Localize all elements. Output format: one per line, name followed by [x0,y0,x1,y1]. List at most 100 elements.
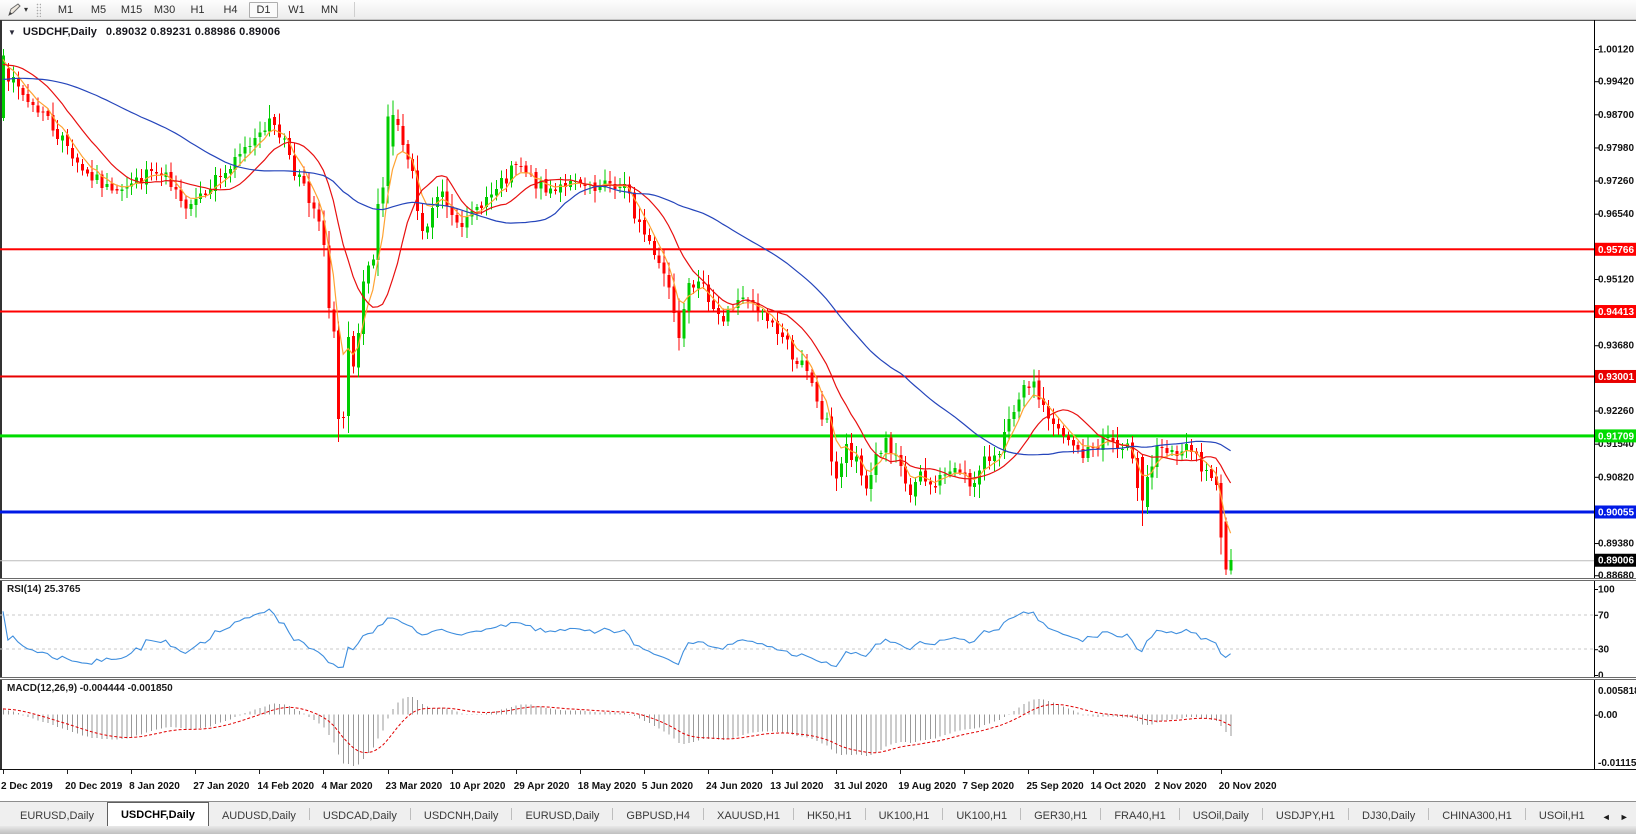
time-tick [452,770,453,774]
time-tick [836,770,837,774]
chart-tab-dj30-daily[interactable]: DJ30,Daily [1349,806,1428,826]
svg-text:0.90055: 0.90055 [1598,507,1634,518]
time-axis-label: 13 Jul 2020 [770,781,823,792]
time-tick [580,770,581,774]
timeframe-button-m15[interactable]: M15 [117,2,146,18]
time-tick [964,770,965,774]
time-tick [259,770,260,774]
tabs-scroll-left-icon[interactable]: ◄ [1602,812,1611,822]
macd-tick-label: 0.005818 [1598,686,1636,697]
time-axis-label: 18 May 2020 [578,781,636,792]
price-tick-label: 0.97980 [1598,143,1634,154]
time-axis-label: 20 Nov 2020 [1219,781,1277,792]
chart-tab-uk100-h1[interactable]: UK100,H1 [866,806,943,826]
horizontal-level-line[interactable] [0,248,1594,250]
price-tick-label: 0.98700 [1598,110,1634,121]
chart-symbol-label: USDCHF,Daily [23,26,97,38]
timeframe-button-h1[interactable]: H1 [183,2,212,18]
time-axis-label: 4 Mar 2020 [321,781,372,792]
svg-text:0.89006: 0.89006 [1598,556,1634,567]
time-axis-label: 20 Dec 2019 [65,781,122,792]
chart-tab-usdchf-daily[interactable]: USDCHF,Daily [107,802,209,826]
rsi-tick-label: 0 [1598,671,1604,678]
time-axis-label: 31 Jul 2020 [834,781,887,792]
time-tick [1157,770,1158,774]
time-tick [1093,770,1094,774]
chart-tabs: EURUSD,DailyUSDCHF,DailyAUDUSD,DailyUSDC… [7,802,1598,826]
ma-13-line [3,64,1231,483]
chart-tab-usdcad-daily[interactable]: USDCAD,Daily [310,806,410,826]
chart-tab-usoil-daily[interactable]: USOil,Daily [1180,806,1262,826]
timeframe-button-m1[interactable]: M1 [51,2,80,18]
crosshair-tool-icon[interactable] [6,3,22,17]
time-axis-label: 24 Jun 2020 [706,781,763,792]
time-tick [195,770,196,774]
chart-tab-eurusd-daily[interactable]: EURUSD,Daily [7,806,107,826]
price-tick-label: 0.92260 [1598,406,1634,417]
time-tick [1028,770,1029,774]
chart-tab-ger30-h1[interactable]: GER30,H1 [1021,806,1100,826]
time-tick [1221,770,1222,774]
toolbar-separator [354,2,355,17]
time-tick [323,770,324,774]
chart-tab-hk50-h1[interactable]: HK50,H1 [794,806,865,826]
svg-text:0.91709: 0.91709 [1598,431,1634,442]
bottom-strip [0,826,1636,834]
timeframe-button-m30[interactable]: M30 [150,2,179,18]
time-tick [516,770,517,774]
time-tick [388,770,389,774]
chart-tab-uk100-h1[interactable]: UK100,H1 [943,806,1020,826]
time-tick [3,770,4,774]
time-tick [67,770,68,774]
time-axis-label: 25 Sep 2020 [1026,781,1083,792]
chart-tab-usdjpy-h1[interactable]: USDJPY,H1 [1263,806,1348,826]
time-axis-label: 19 Aug 2020 [898,781,956,792]
chart-title: ▼ USDCHF,Daily 0.89032 0.89231 0.88986 0… [8,26,280,38]
macd-signal-line [3,705,1231,753]
chart-tabbar: EURUSD,DailyUSDCHF,DailyAUDUSD,DailyUSDC… [0,801,1636,826]
macd-label: MACD(12,26,9) -0.004444 -0.001850 [7,683,173,694]
tab-scroll-buttons: ◄ ► [1598,812,1636,826]
horizontal-level-line[interactable] [0,375,1594,377]
chart-tab-xauusd-h1[interactable]: XAUUSD,H1 [704,806,793,826]
tool-dropdown-icon[interactable]: ▾ [24,5,28,14]
rsi-tick-label: 70 [1598,610,1610,621]
chart-tab-china300-h1[interactable]: CHINA300,H1 [1429,806,1525,826]
macd-pane-canvas[interactable]: 0.0058180.00-0.011151 [0,680,1636,769]
svg-text:0.93001: 0.93001 [1598,372,1634,383]
rsi-line [3,609,1231,668]
chart-tab-eurusd-daily[interactable]: EURUSD,Daily [512,806,612,826]
time-axis[interactable]: 2 Dec 201920 Dec 20198 Jan 202027 Jan 20… [0,769,1636,801]
price-tick-label: 0.88680 [1598,571,1634,578]
chart-tab-usdcnh-daily[interactable]: USDCNH,Daily [411,806,512,826]
price-chart-canvas[interactable]: 1.001200.994200.987000.979800.972600.965… [0,20,1636,578]
timeframe-button-m5[interactable]: M5 [84,2,113,18]
toolbar-drag-handle[interactable] [36,3,41,17]
mt4-app: ▾ M1M5M15M30H1H4D1W1MN 1.001200.994200.9… [0,0,1636,834]
chart-collapse-icon[interactable]: ▼ [8,28,16,37]
timeframe-button-mn[interactable]: MN [315,2,344,18]
price-tick-label: 0.99420 [1598,77,1634,88]
chart-tab-fra40-h1[interactable]: FRA40,H1 [1101,806,1178,826]
horizontal-level-line[interactable] [0,510,1594,513]
time-axis-label: 27 Jan 2020 [193,781,249,792]
time-axis-label: 14 Feb 2020 [257,781,314,792]
macd-tick-label: -0.011151 [1598,758,1636,769]
svg-text:0.95766: 0.95766 [1598,245,1634,256]
tabs-scroll-right-icon[interactable]: ► [1620,812,1629,822]
chart-tab-gbpusd-h4[interactable]: GBPUSD,H4 [613,806,703,826]
price-tick-label: 0.89380 [1598,539,1634,550]
chart-tab-audusd-daily[interactable]: AUDUSD,Daily [209,806,309,826]
ma-5-line [3,59,1231,533]
rsi-label: RSI(14) 25.3765 [7,584,80,595]
timeframe-button-d1[interactable]: D1 [249,2,278,18]
time-axis-label: 29 Apr 2020 [514,781,570,792]
horizontal-level-line[interactable] [0,434,1594,437]
timeframe-button-w1[interactable]: W1 [282,2,311,18]
horizontal-level-line[interactable] [0,311,1594,313]
price-tick-label: 0.93680 [1598,341,1634,352]
rsi-pane-canvas[interactable]: 10070300 [0,581,1636,677]
time-axis-label: 2 Nov 2020 [1155,781,1207,792]
timeframe-button-h4[interactable]: H4 [216,2,245,18]
chart-tab-usoil-h1[interactable]: USOil,H1 [1526,806,1598,826]
